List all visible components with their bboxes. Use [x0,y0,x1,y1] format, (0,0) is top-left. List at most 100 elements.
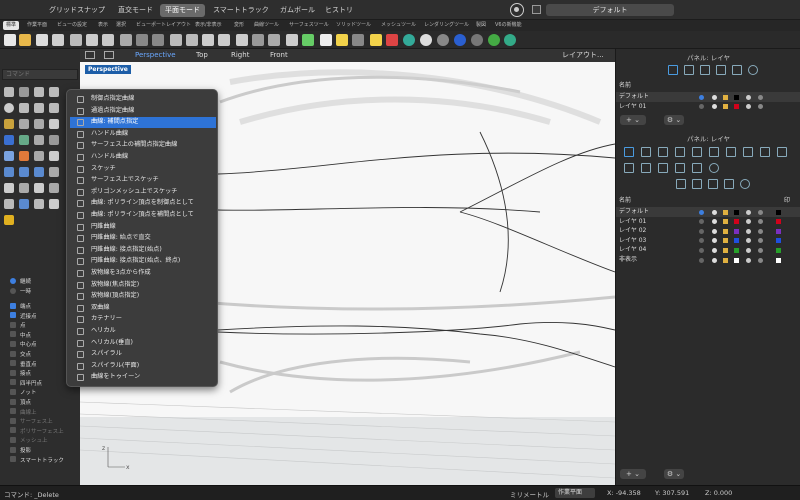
linetype-icon[interactable] [758,257,763,263]
dimension-icon[interactable] [49,119,59,129]
mirror-icon[interactable] [19,199,29,209]
select-arrow-icon[interactable] [4,87,14,97]
help-tab-icon[interactable] [748,65,758,75]
current-layer-icon[interactable] [699,238,704,244]
print-color-swatch[interactable] [776,228,781,234]
menu-item[interactable]: サーフェス上でスケッチ [70,175,216,186]
sweep-icon[interactable] [34,135,44,145]
osnap-item[interactable]: 近接点 [10,312,37,322]
layers-icon[interactable] [624,147,634,157]
visibility-icon[interactable] [712,219,717,225]
layer-row[interactable]: レイヤ 03 [616,236,800,246]
cplane-status[interactable]: 作業平面 [555,488,595,498]
save-icon[interactable] [36,34,48,46]
tab-drafting[interactable]: 製図 [473,21,489,30]
layers-icon[interactable] [668,65,678,75]
move-icon[interactable] [4,183,14,193]
units-label[interactable]: ミリメートル [510,489,549,499]
properties-icon[interactable] [386,34,398,46]
current-layer-icon[interactable] [699,209,704,215]
copy-tool-icon[interactable] [19,183,29,193]
text-icon[interactable] [4,119,14,129]
copy-icon[interactable] [86,34,98,46]
shaded-sphere-icon[interactable] [437,34,449,46]
linetype-icon[interactable] [758,219,763,225]
tab-v6-new[interactable]: V6の新機能 [492,21,525,30]
object-tab-icon[interactable] [658,147,668,157]
layer-color-swatch[interactable] [734,94,739,100]
current-layer-icon[interactable] [699,247,704,253]
tab-surface-tools[interactable]: サーフェスツール [286,21,332,30]
paste-icon[interactable] [102,34,114,46]
ortho-toggle[interactable]: 直交モード [113,4,158,17]
osnap-item[interactable]: 四半円点 [10,379,42,389]
mesh-icon[interactable] [49,151,59,161]
visibility-icon[interactable] [712,94,717,100]
viewport-title[interactable]: Perspective [85,65,131,74]
layer-row[interactable]: レイヤ 04 [616,245,800,255]
rotate-view-icon[interactable] [186,34,198,46]
analyze-icon[interactable] [4,215,14,225]
print-color-swatch[interactable] [776,247,781,253]
osnap-item[interactable]: 中心点 [10,340,37,350]
cut-icon[interactable] [70,34,82,46]
open-folder-icon[interactable] [19,34,31,46]
osnap-item[interactable]: メッシュ上 [10,436,48,446]
layer-row[interactable]: レイヤ 01 [616,102,800,112]
material-icon[interactable] [746,228,751,234]
osnap-item[interactable]: 交点 [10,350,31,360]
zoom-window-icon[interactable] [202,34,214,46]
tab-visibility[interactable]: 表示/非表示 [192,21,225,30]
tab-curve-tools[interactable]: 曲線ツール [251,21,282,30]
tab-mesh-tools[interactable]: メッシュツール [378,21,419,30]
lock-icon[interactable] [723,104,728,110]
lock-icon[interactable] [723,228,728,234]
material-icon[interactable] [746,94,751,100]
color-wheel-icon[interactable] [403,34,415,46]
menu-item[interactable]: スケッチ [70,164,216,175]
render-tab-icon[interactable] [732,65,742,75]
visibility-icon[interactable] [712,209,717,215]
wireframe-sphere-icon[interactable] [420,34,432,46]
pan-icon[interactable] [170,34,182,46]
visibility-icon[interactable] [712,228,717,234]
single-view-icon[interactable] [104,51,114,59]
surface-icon[interactable] [4,135,14,145]
menu-item[interactable]: 円錐曲線: 接点指定(始点、終点) [70,256,216,267]
linetype-icon[interactable] [758,247,763,253]
layer-color-swatch[interactable] [734,247,739,253]
layer-row[interactable]: 非表示 [616,255,800,265]
menu-item[interactable]: ポリゴンメッシュ上でスケッチ [70,187,216,198]
sun-tab-icon[interactable] [709,163,719,173]
network-icon[interactable] [49,135,59,145]
cplane-selector[interactable]: デフォルト [546,4,674,16]
lock-icon[interactable] [352,34,364,46]
light-tab-icon[interactable] [624,163,634,173]
menu-item[interactable]: 放物線(頂点指定) [70,291,216,302]
print-color-swatch[interactable] [776,238,781,244]
display-tab-icon[interactable] [675,147,685,157]
tab-solid-tools[interactable]: ソリッドツール [333,21,374,30]
four-view-icon[interactable] [268,34,280,46]
layer-row[interactable]: デフォルト [616,92,800,102]
menu-item[interactable]: スパイラル(平面) [70,361,216,372]
material-icon[interactable] [746,238,751,244]
command-history[interactable]: コマンド: _Delete [4,489,59,499]
lock-icon[interactable] [723,238,728,244]
menu-item[interactable]: カテナリー [70,314,216,325]
rotate-icon[interactable] [34,183,44,193]
zoom-selected-icon[interactable] [236,34,248,46]
linetype-icon[interactable] [758,228,763,234]
menu-item[interactable]: 双曲線 [70,303,216,314]
record-icon[interactable] [510,3,524,17]
osnap-item[interactable]: ポリサーフェス上 [10,427,64,437]
current-layer-icon[interactable] [699,228,704,234]
menu-item[interactable]: 曲線をトゥイーン [70,372,216,383]
tab-standard[interactable]: 標準 [3,21,20,30]
layer-row[interactable]: レイヤ 01 [616,217,800,227]
block-tab-icon[interactable] [658,163,668,173]
tab-transform[interactable]: 変形 [231,21,247,30]
tab-right[interactable]: Right [231,50,249,61]
material-icon[interactable] [746,247,751,253]
point-icon[interactable] [19,87,29,97]
